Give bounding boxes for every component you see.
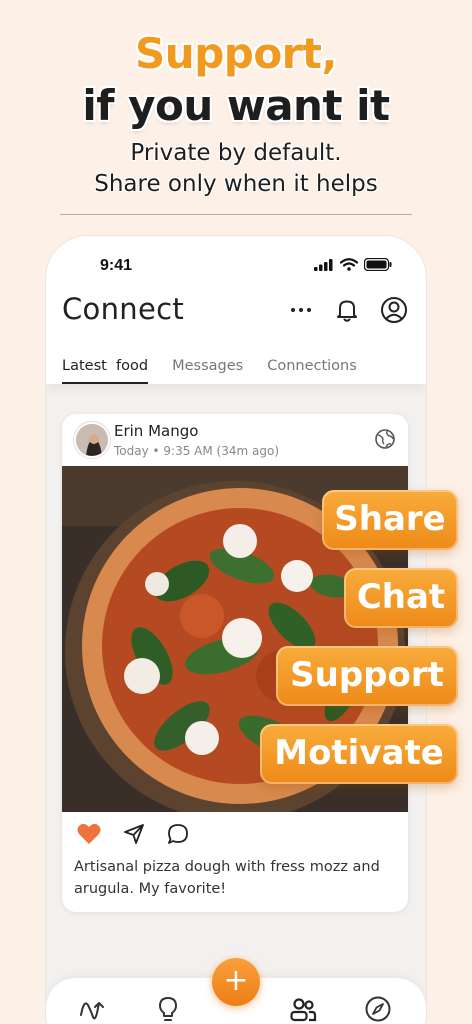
bottom-nav: + (46, 958, 426, 1024)
feature-motivate-badge: Motivate (260, 724, 458, 784)
plus-icon: + (223, 963, 249, 998)
bell-icon[interactable] (334, 297, 360, 323)
heart-icon[interactable] (76, 822, 102, 846)
subheadline-line2: Share only when it helps (94, 171, 378, 197)
profile-icon[interactable] (380, 296, 408, 324)
status-time: 9:41 (100, 257, 133, 274)
post-caption: Artisanal pizza dough with fress mozz an… (74, 859, 380, 897)
more-icon[interactable] (288, 297, 314, 323)
post-timestamp: Today • 9:35 AM (34m ago) (114, 444, 279, 458)
subheadline-line1: Private by default. (130, 140, 342, 166)
signal-icon (314, 258, 333, 271)
app-header: 9:41 Connect Latest food Messages Connec… (46, 236, 426, 384)
tab-messages[interactable]: Messages (172, 358, 243, 384)
status-icons (314, 258, 392, 271)
headline-line2: if you want it (82, 81, 390, 130)
send-icon[interactable] (122, 822, 146, 846)
wifi-icon (340, 258, 358, 271)
compass-icon[interactable] (364, 995, 392, 1023)
tab-connections[interactable]: Connections (267, 358, 357, 384)
battery-icon (364, 258, 392, 271)
feature-chat-badge: Chat (344, 568, 458, 628)
comment-icon[interactable] (166, 822, 190, 846)
feature-support-badge: Support (276, 646, 458, 706)
avatar[interactable] (74, 422, 110, 458)
tab-bar: Latest food Messages Connections (62, 358, 357, 384)
people-icon[interactable] (289, 995, 317, 1023)
divider (60, 214, 412, 215)
header-actions (288, 296, 408, 324)
phone-mockup: 9:41 Connect Latest food Messages Connec… (46, 236, 426, 1024)
post-actions (76, 822, 190, 846)
feature-share-badge: Share (322, 490, 458, 550)
add-button[interactable]: + (212, 958, 260, 1006)
tab-latest-food[interactable]: Latest food (62, 358, 149, 384)
post-author[interactable]: Erin Mango (114, 422, 198, 440)
activity-icon[interactable] (79, 995, 107, 1023)
page-title: Connect (62, 292, 185, 326)
headline-line1: Support, (135, 29, 337, 78)
headline: Support, if you want it Private by defau… (0, 28, 472, 200)
globe-icon[interactable] (374, 428, 396, 450)
lightbulb-icon[interactable] (154, 995, 182, 1023)
